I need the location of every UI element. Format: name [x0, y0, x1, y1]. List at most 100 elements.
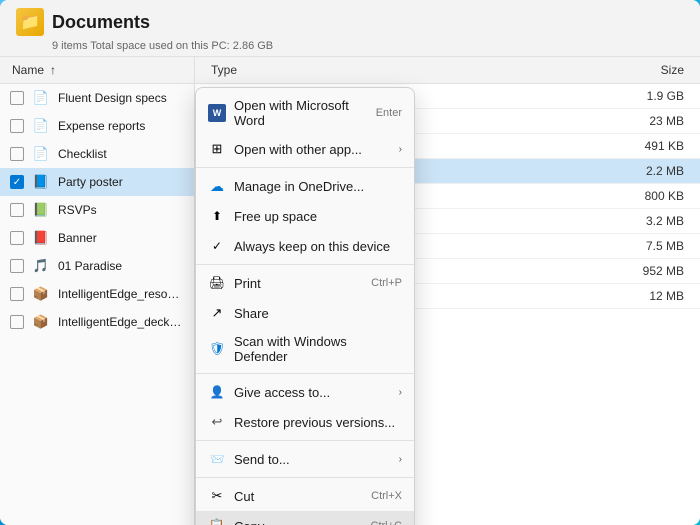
checkbox-8[interactable] [10, 287, 24, 301]
print-icon: 🖨 [208, 274, 226, 292]
menu-item-print[interactable]: 🖨 Print Ctrl+P [196, 268, 414, 298]
detail-size-8: 952 MB [604, 264, 684, 278]
menu-item-restore[interactable]: ↩ Restore previous versions... [196, 407, 414, 437]
file-item-3[interactable]: 📄 Checklist [0, 140, 194, 168]
menu-item-cut[interactable]: ✂ Cut Ctrl+X [196, 481, 414, 511]
word-icon: W [208, 104, 226, 122]
file-item-9[interactable]: 📦 IntelligentEdge_deck_basic [0, 308, 194, 336]
file-name-2: Expense reports [58, 119, 145, 133]
file-icon-6: 📕 [32, 229, 50, 247]
file-name-8: IntelligentEdge_resources [58, 287, 184, 301]
checkbox-1[interactable] [10, 91, 24, 105]
cut-icon: ✂ [208, 487, 226, 505]
divider-1 [196, 167, 414, 168]
divider-2 [196, 264, 414, 265]
file-item-8[interactable]: 📦 IntelligentEdge_resources [0, 280, 194, 308]
divider-5 [196, 477, 414, 478]
size-column-header: Size [604, 63, 684, 77]
name-column-header[interactable]: Name [12, 63, 44, 77]
main-content: Name ↑ 📄 Fluent Design specs 📄 Expense r… [0, 57, 700, 525]
menu-item-freeup[interactable]: ⬆ Free up space [196, 201, 414, 231]
onedrive-icon: ☁ [208, 177, 226, 195]
checkbox-9[interactable] [10, 315, 24, 329]
menu-label-open-other: Open with other app... [234, 142, 391, 157]
menu-label-restore: Restore previous versions... [234, 415, 402, 430]
restore-icon: ↩ [208, 413, 226, 431]
file-icon-5: 📗 [32, 201, 50, 219]
file-item-4[interactable]: ✓ 📘 Party poster [0, 168, 194, 196]
detail-size-6: 3.2 MB [604, 214, 684, 228]
checkbox-3[interactable] [10, 147, 24, 161]
menu-shortcut-copy: Ctrl+C [371, 520, 402, 525]
file-name-4: Party poster [58, 175, 123, 189]
file-item-5[interactable]: 📗 RSVPs [0, 196, 194, 224]
detail-size-3: 491 KB [604, 139, 684, 153]
divider-4 [196, 440, 414, 441]
menu-label-share: Share [234, 306, 402, 321]
sendto-icon: 📨 [208, 450, 226, 468]
menu-label-freeup: Free up space [234, 209, 402, 224]
menu-item-open-other[interactable]: ⊞ Open with other app... › [196, 134, 414, 164]
file-name-1: Fluent Design specs [58, 91, 167, 105]
file-list: Name ↑ 📄 Fluent Design specs 📄 Expense r… [0, 57, 195, 525]
file-item-7[interactable]: 🎵 01 Paradise [0, 252, 194, 280]
checkbox-4[interactable]: ✓ [10, 175, 24, 189]
detail-size-7: 7.5 MB [604, 239, 684, 253]
menu-label-copy: Copy [234, 519, 363, 525]
detail-size-2: 23 MB [604, 114, 684, 128]
file-list-header: Name ↑ [0, 57, 194, 84]
file-icon-8: 📦 [32, 285, 50, 303]
detail-header: Type Size [195, 57, 700, 84]
checkbox-7[interactable] [10, 259, 24, 273]
checkbox-5[interactable] [10, 203, 24, 217]
menu-item-send-to[interactable]: 📨 Send to... › [196, 444, 414, 474]
folder-icon: 📁 [16, 8, 44, 36]
arrow-send-to: › [399, 454, 402, 465]
menu-item-copy[interactable]: 📋 Copy Ctrl+C [196, 511, 414, 525]
file-item-1[interactable]: 📄 Fluent Design specs [0, 84, 194, 112]
detail-size-1: 1.9 GB [604, 89, 684, 103]
arrow-give-access: › [399, 387, 402, 398]
context-menu: W Open with Microsoft Word Enter ⊞ Open … [195, 87, 415, 525]
arrow-open-other: › [399, 144, 402, 155]
file-item-2[interactable]: 📄 Expense reports [0, 112, 194, 140]
checkbox-6[interactable] [10, 231, 24, 245]
type-column-header: Type [211, 63, 604, 77]
keep-device-icon: ✓ [208, 237, 226, 255]
menu-item-open-word[interactable]: W Open with Microsoft Word Enter [196, 92, 414, 134]
menu-item-give-access[interactable]: 👤 Give access to... › [196, 377, 414, 407]
file-icon-2: 📄 [32, 117, 50, 135]
open-other-icon: ⊞ [208, 140, 226, 158]
share-icon: ↗ [208, 304, 226, 322]
menu-item-share[interactable]: ↗ Share [196, 298, 414, 328]
copy-icon: 📋 [208, 517, 226, 525]
file-icon-9: 📦 [32, 313, 50, 331]
file-name-6: Banner [58, 231, 97, 245]
menu-label-keep-device: Always keep on this device [234, 239, 402, 254]
menu-item-scan[interactable]: 🛡 Scan with Windows Defender [196, 328, 414, 370]
detail-size-9: 12 MB [604, 289, 684, 303]
menu-label-give-access: Give access to... [234, 385, 391, 400]
checkbox-2[interactable] [10, 119, 24, 133]
menu-item-keep-device[interactable]: ✓ Always keep on this device [196, 231, 414, 261]
file-name-7: 01 Paradise [58, 259, 122, 273]
menu-shortcut-open-word: Enter [376, 107, 402, 119]
file-item-6[interactable]: 📕 Banner [0, 224, 194, 252]
file-name-5: RSVPs [58, 203, 97, 217]
file-name-9: IntelligentEdge_deck_basic [58, 315, 184, 329]
title-bar: 📁 Documents 9 items Total space used on … [0, 0, 700, 57]
menu-item-onedrive[interactable]: ☁ Manage in OneDrive... [196, 171, 414, 201]
menu-label-send-to: Send to... [234, 452, 391, 467]
freeup-icon: ⬆ [208, 207, 226, 225]
explorer-window: 📁 Documents 9 items Total space used on … [0, 0, 700, 525]
menu-label-onedrive: Manage in OneDrive... [234, 179, 402, 194]
window-title: Documents [52, 12, 150, 33]
file-icon-3: 📄 [32, 145, 50, 163]
menu-label-cut: Cut [234, 489, 363, 504]
detail-size-5: 800 KB [604, 189, 684, 203]
menu-label-scan: Scan with Windows Defender [234, 334, 402, 364]
divider-3 [196, 373, 414, 374]
menu-shortcut-cut: Ctrl+X [371, 490, 402, 502]
file-icon-7: 🎵 [32, 257, 50, 275]
file-name-3: Checklist [58, 147, 107, 161]
